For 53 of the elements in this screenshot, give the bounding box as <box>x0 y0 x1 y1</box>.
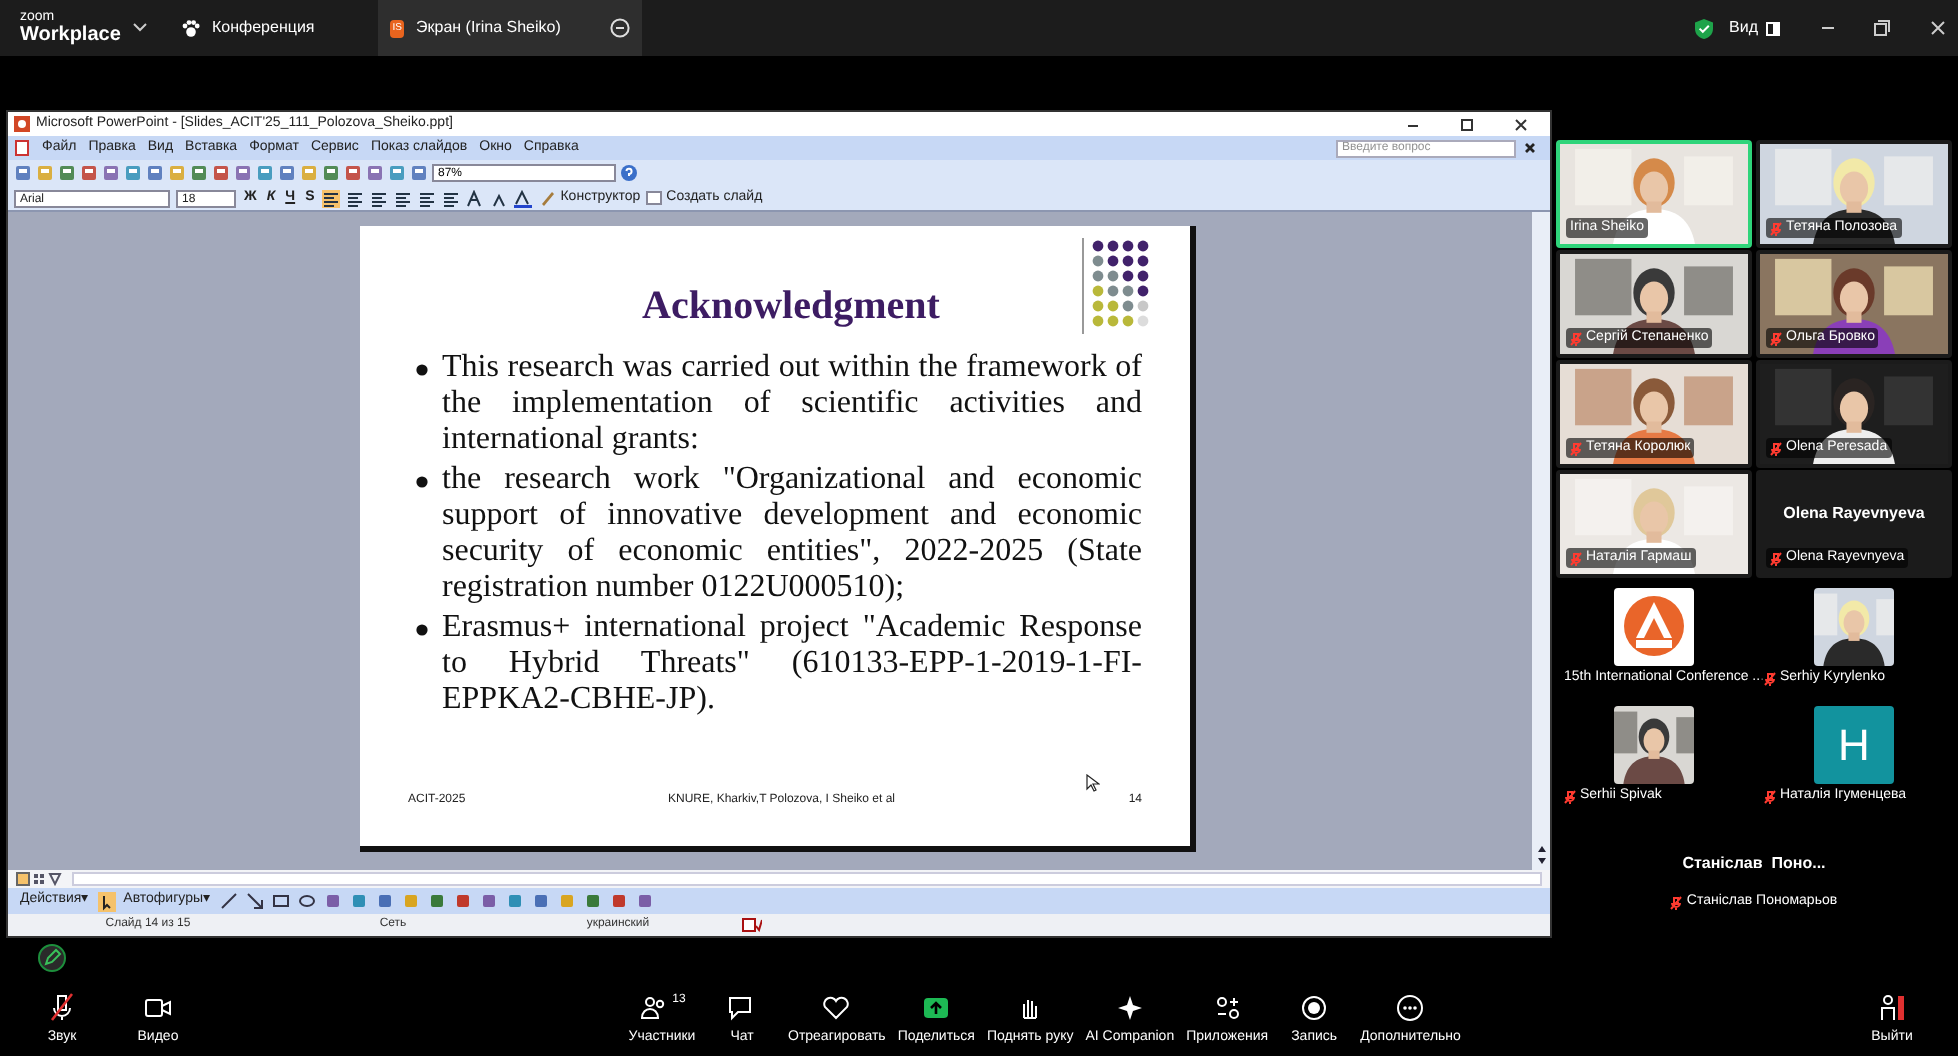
line-icon[interactable] <box>219 892 237 910</box>
layout-icon <box>1766 21 1780 35</box>
pen-icon[interactable] <box>38 944 66 972</box>
bullet-text: Erasmus+ international project "Academic Response to Hybrid Threats" (610133-EPP-1-2019-1-FI-EPPKA2-CBHE-JP). <box>442 610 1142 718</box>
bullet-text: the research work "Organizational and economic support of innovative development and economic security of economic entities", 2022-2025 (State registration number 0122U000510); <box>442 462 1142 606</box>
leave-icon <box>1876 991 1908 1024</box>
tab-label: Экран (Irina Sheiko) <box>416 16 561 40</box>
normal-view-icon[interactable] <box>16 872 30 886</box>
rectangle-icon[interactable] <box>271 892 289 910</box>
shield-check-icon <box>1693 17 1714 39</box>
vertical-scrollbar[interactable] <box>1532 212 1550 870</box>
tab-label: Конференция <box>212 16 315 40</box>
close-icon[interactable] <box>1514 117 1528 131</box>
decrease-font-icon[interactable] <box>490 189 509 207</box>
heart-icon <box>820 991 853 1024</box>
view-button[interactable]: Вид <box>1729 16 1780 40</box>
minus-circle-icon[interactable] <box>610 18 631 38</box>
bullet-icon <box>416 624 428 636</box>
bullet-text: This research was carried out within the framework of the implementation of scientific activities and international grants: <box>442 350 1142 458</box>
bullet-icon <box>416 364 428 376</box>
align-right-icon[interactable] <box>370 189 389 207</box>
arrow-icon[interactable] <box>245 892 263 910</box>
horizontal-scrollbar[interactable] <box>72 872 1542 886</box>
apps-icon <box>1211 991 1244 1024</box>
avatar-letter: H <box>1838 718 1870 774</box>
pointer-icon[interactable] <box>97 891 116 911</box>
paw-icon <box>182 19 200 37</box>
close-icon[interactable] <box>1524 142 1536 154</box>
cursor-icon <box>1086 774 1100 792</box>
brand-name: Workplace <box>20 26 123 46</box>
meeting-tab[interactable]: Конференция <box>182 0 315 56</box>
record-icon <box>1298 991 1331 1024</box>
align-center-icon[interactable] <box>346 189 365 207</box>
restore-icon[interactable] <box>1460 117 1474 131</box>
slide-title: Acknowledgment <box>640 282 942 332</box>
previous-slide-icon[interactable] <box>1535 844 1547 854</box>
bullet-icon <box>416 476 428 488</box>
slideshow-view-icon[interactable] <box>48 872 62 886</box>
display-name: Olena Rayevnyeva <box>1781 502 1927 526</box>
chevron-down-icon[interactable] <box>132 22 148 34</box>
align-left-icon[interactable] <box>322 189 341 207</box>
help-icon[interactable] <box>620 164 638 182</box>
document-icon <box>14 140 30 156</box>
slide-icon <box>646 190 663 206</box>
oval-icon[interactable] <box>297 892 315 910</box>
justify-icon[interactable] <box>394 189 413 207</box>
next-slide-icon[interactable] <box>1535 856 1547 866</box>
sorter-view-icon[interactable] <box>32 872 46 886</box>
more-icon <box>1394 991 1427 1024</box>
bulleted-list-icon[interactable] <box>442 189 461 207</box>
display-name: Станіслав Поно... <box>1682 852 1826 876</box>
numbered-list-icon[interactable] <box>418 189 437 207</box>
increase-font-icon[interactable] <box>466 189 485 207</box>
